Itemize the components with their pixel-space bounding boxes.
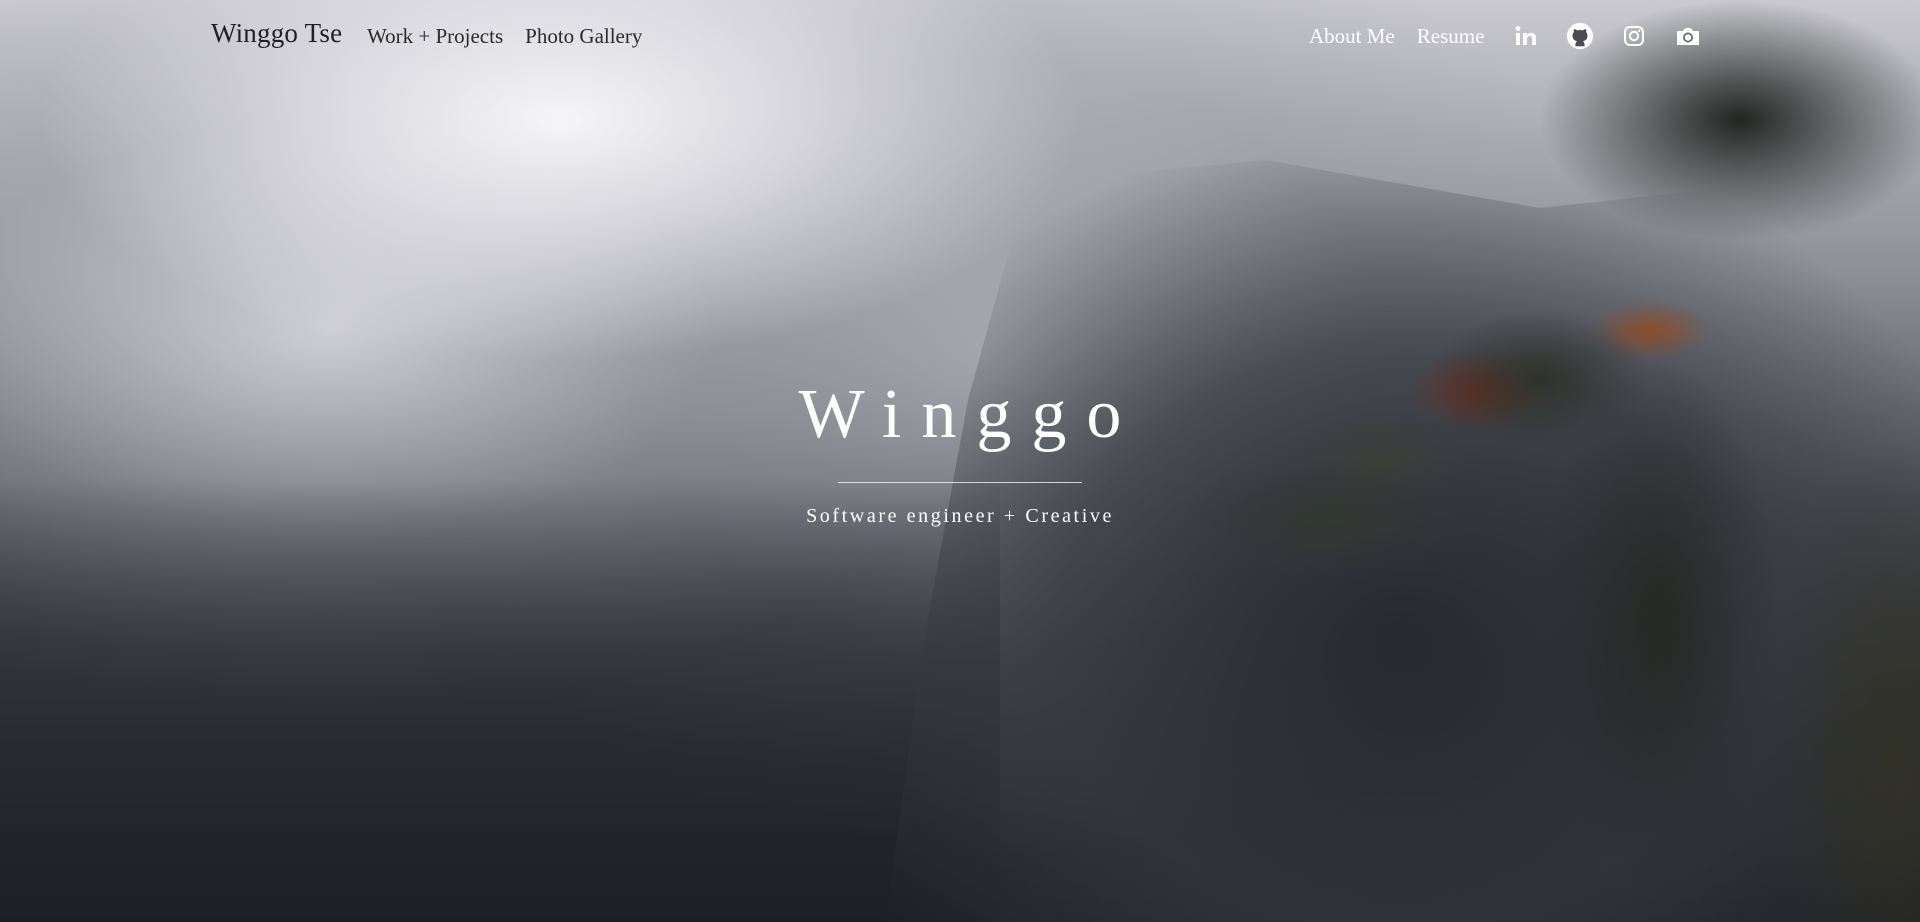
nav-right-links: About Me Resume [1309, 22, 1702, 50]
linkedin-icon[interactable] [1512, 22, 1540, 50]
hero-name: Winggo [798, 376, 1142, 453]
camera-icon[interactable] [1674, 22, 1702, 50]
hero-center: Winggo Software engineer + Creative [0, 380, 1920, 528]
github-icon[interactable] [1566, 22, 1594, 50]
brand-link[interactable]: Winggo Tse [211, 18, 342, 49]
nav-link-about-me[interactable]: About Me [1309, 24, 1395, 49]
hero-tagline: Software engineer + Creative [806, 505, 1114, 527]
hero-divider [838, 482, 1082, 483]
hero-background: Winggo Tse Work + Projects Photo Gallery… [0, 0, 1920, 922]
social-icons [1512, 22, 1702, 50]
nav-link-work-projects[interactable]: Work + Projects [367, 24, 503, 49]
nav-link-photo-gallery[interactable]: Photo Gallery [525, 24, 642, 49]
navbar: Winggo Tse Work + Projects Photo Gallery… [0, 0, 1920, 76]
nav-link-resume[interactable]: Resume [1417, 24, 1485, 49]
nav-left-links: Work + Projects Photo Gallery [367, 24, 642, 49]
instagram-icon[interactable] [1620, 22, 1648, 50]
background-mountain-left [0, 480, 1000, 922]
